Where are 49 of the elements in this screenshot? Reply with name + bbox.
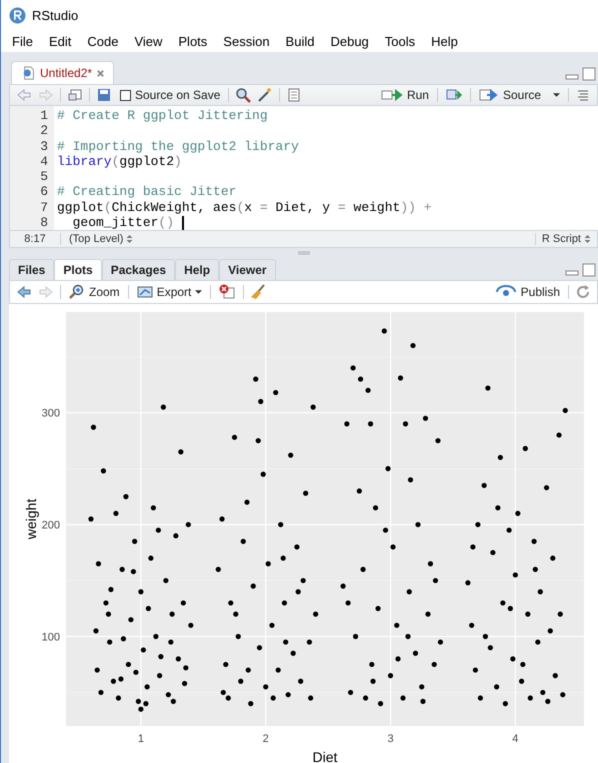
file-tab[interactable]: Untitled2* (11, 61, 114, 84)
publish-button[interactable]: Publish (492, 285, 562, 299)
pane-tab[interactable]: Viewer (219, 259, 276, 280)
code-line: library(ggplot2) (57, 154, 182, 170)
code-line: ggplot(ChickWeight, aes(x = Diet, y = weight)) + (57, 200, 432, 216)
line-number: 7 (39, 200, 49, 216)
line-number: 2 (39, 123, 49, 139)
axis-title: weight (23, 498, 39, 540)
code-line: geom_jitter() (72, 215, 174, 230)
code-line: # Create R ggplot Jittering (57, 108, 268, 124)
run-button[interactable]: Run (378, 88, 431, 102)
pane-tab[interactable]: Packages (102, 259, 176, 280)
axis-tick-label: 2 (262, 733, 269, 745)
axis-tick-label: 3 (387, 733, 394, 745)
line-number: 5 (39, 169, 49, 184)
source-on-save-checkbox[interactable]: Source on Save (118, 88, 222, 102)
export-button[interactable]: Export (134, 285, 204, 299)
pane-tab[interactable]: Files (9, 259, 54, 280)
axis-tick-label: 4 (512, 733, 518, 745)
menu-item[interactable]: Build (278, 34, 322, 48)
menu-item[interactable]: Plots (170, 34, 216, 48)
axis-tick-label: 200 (42, 520, 60, 532)
menu-item[interactable]: Code (79, 34, 126, 48)
pane-tab[interactable]: Plots (54, 259, 102, 280)
zoom-button[interactable]: Zoom (67, 284, 122, 300)
file-type-selector[interactable]: R Script (542, 233, 581, 245)
line-number: 8 (39, 215, 49, 230)
window-title: RStudio (32, 8, 78, 22)
pane-tab[interactable]: Help (175, 259, 220, 280)
line-number: 4 (39, 154, 49, 170)
axis-tick-label: 100 (42, 631, 60, 644)
code-line: # Importing the ggplot2 library (57, 138, 299, 154)
menu-item[interactable]: Session (215, 34, 278, 48)
line-number: 1 (39, 108, 49, 124)
axis-tick-label: 1 (138, 733, 144, 745)
menu-item[interactable]: View (126, 34, 170, 48)
source-button[interactable]: Source (476, 88, 562, 102)
menu-item[interactable]: Debug (322, 34, 377, 48)
axis-tick-label: 300 (42, 408, 60, 420)
menu-item[interactable]: Edit (40, 34, 80, 48)
code-line: # Creating basic Jitter (57, 184, 236, 200)
menu-item[interactable]: File (4, 34, 41, 48)
axis-title: Diet (312, 749, 338, 763)
scope-selector[interactable]: (Top Level) (69, 233, 124, 245)
menu-item[interactable]: Help (423, 34, 466, 48)
line-number: 6 (39, 184, 49, 200)
cursor-position: 8:17 (10, 233, 61, 245)
menu-item[interactable]: Tools (376, 34, 424, 48)
line-number: 3 (39, 138, 49, 154)
